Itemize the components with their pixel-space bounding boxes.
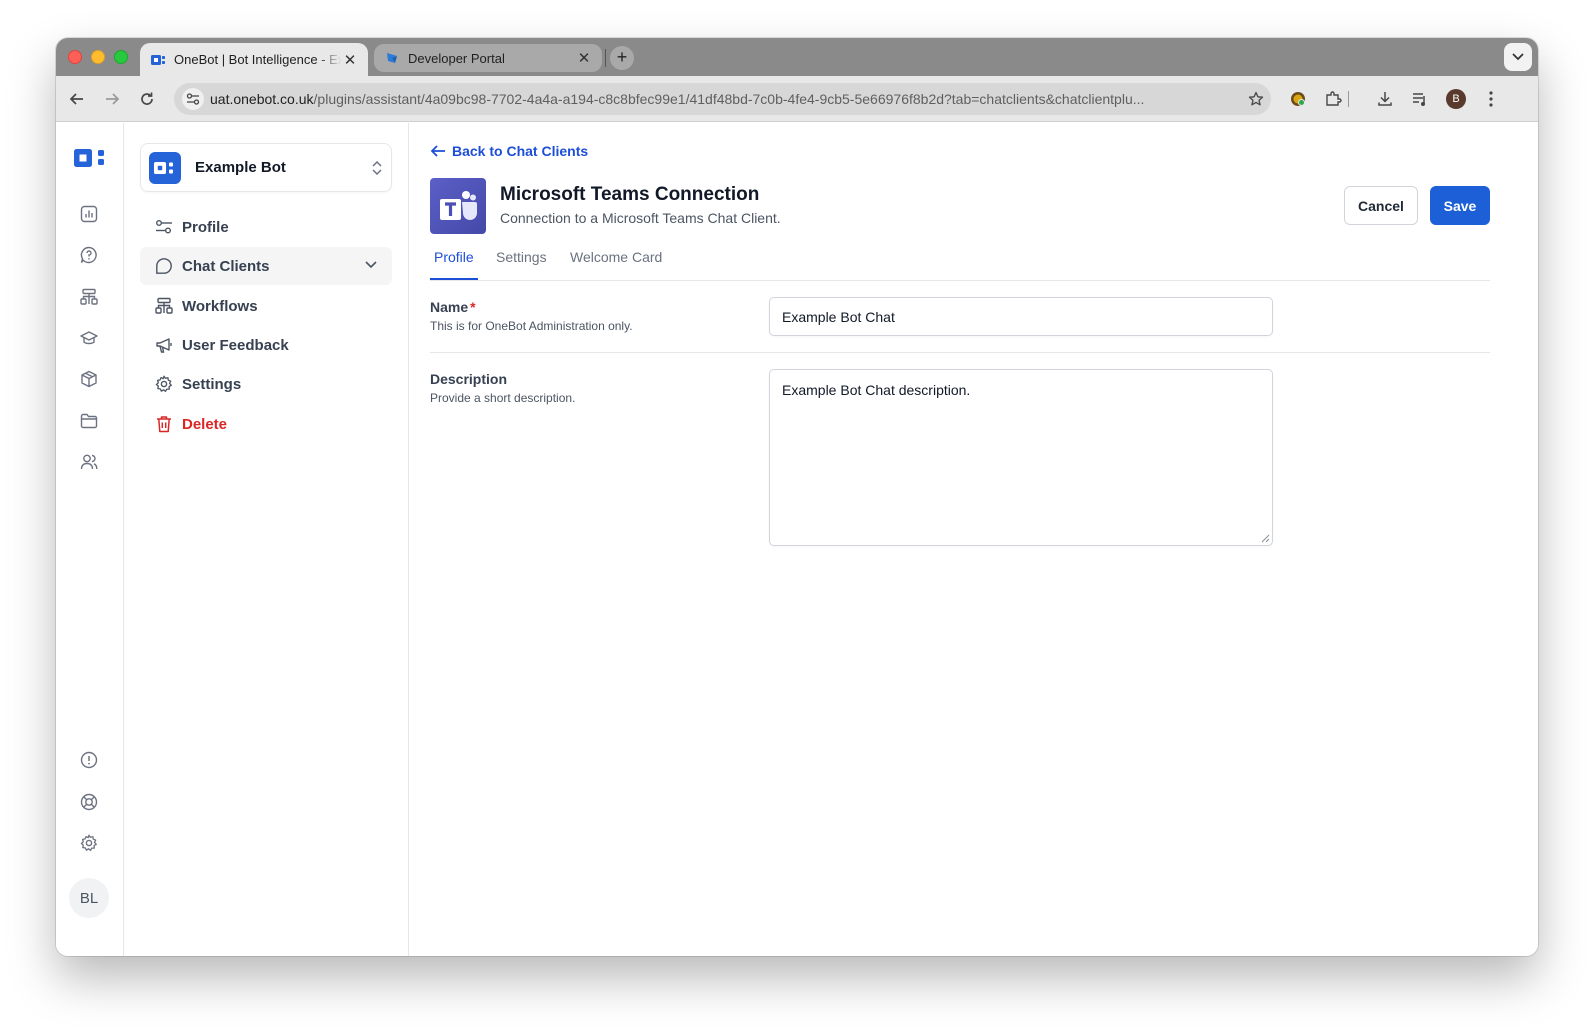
url-text: uat.onebot.co.uk/plugins/assistant/4a09b… xyxy=(210,91,1145,107)
sidebar-item-delete[interactable]: Delete xyxy=(140,405,392,443)
learning-icon[interactable] xyxy=(78,327,100,349)
close-window-button[interactable] xyxy=(68,50,82,64)
browser-tab-onebot[interactable]: OneBot | Bot Intelligence - Example Bot … xyxy=(140,43,368,76)
close-tab-icon[interactable]: ✕ xyxy=(576,49,592,67)
microsoft-teams-logo-icon xyxy=(430,178,486,234)
required-marker: * xyxy=(470,299,476,315)
app-page: BL Example Bot Profile Chat Clients Work… xyxy=(56,123,1538,956)
workflows-icon[interactable] xyxy=(78,286,100,308)
tab-settings[interactable]: Settings xyxy=(492,249,551,280)
new-tab-button[interactable]: + xyxy=(610,46,634,70)
reload-button[interactable] xyxy=(135,87,159,111)
media-control-icon[interactable] xyxy=(1408,87,1432,111)
cancel-button[interactable]: Cancel xyxy=(1344,186,1418,225)
workflows-icon xyxy=(154,296,174,316)
resize-grip-icon[interactable] xyxy=(1261,534,1270,543)
browser-menu-icon[interactable] xyxy=(1479,87,1503,111)
page-tabs: Profile Settings Welcome Card xyxy=(430,241,1490,281)
description-field-label: Description xyxy=(430,371,508,387)
save-button[interactable]: Save xyxy=(1430,186,1490,225)
trash-icon xyxy=(154,414,174,434)
bot-sidebar: Example Bot Profile Chat Clients Workflo… xyxy=(124,123,409,956)
reload-icon xyxy=(141,92,153,105)
chevron-up-down-icon xyxy=(372,160,382,175)
sidebar-item-label: Workflows xyxy=(182,297,258,315)
toolbar-divider xyxy=(1346,87,1350,111)
sidebar-item-label: Delete xyxy=(182,415,228,433)
info-icon[interactable] xyxy=(78,749,100,771)
browser-window: OneBot | Bot Intelligence - Example Bot … xyxy=(56,38,1538,956)
profile-button[interactable]: B xyxy=(1444,87,1468,111)
sidebar-item-label: Settings xyxy=(182,375,242,393)
extension-icon[interactable] xyxy=(1286,87,1310,111)
analytics-icon[interactable] xyxy=(78,203,100,225)
help-chat-icon[interactable] xyxy=(78,244,100,266)
minimize-window-button[interactable] xyxy=(91,50,105,64)
description-field-help: Provide a short description. xyxy=(430,391,576,405)
user-avatar[interactable]: BL xyxy=(69,878,109,918)
tab-separator xyxy=(605,49,606,67)
arrow-right-icon xyxy=(106,93,120,105)
users-icon[interactable] xyxy=(78,451,100,473)
tab-profile[interactable]: Profile xyxy=(430,249,478,280)
sidebar-item-label: Chat Clients xyxy=(182,257,270,275)
name-field-label: Name * xyxy=(430,299,476,315)
bookmark-star-icon[interactable] xyxy=(1241,91,1271,107)
maximize-window-button[interactable] xyxy=(114,50,128,64)
profile-sliders-icon xyxy=(154,217,174,237)
settings-icon[interactable] xyxy=(78,832,100,854)
onebot-logo-icon[interactable] xyxy=(74,147,106,169)
back-link-label: Back to Chat Clients xyxy=(452,143,589,159)
downloads-icon[interactable] xyxy=(1373,87,1397,111)
sidebar-item-chat-clients[interactable]: Chat Clients xyxy=(140,247,392,285)
settings-icon xyxy=(154,374,174,394)
sidebar-item-workflows[interactable]: Workflows xyxy=(140,287,392,325)
address-bar[interactable]: uat.onebot.co.uk/plugins/assistant/4a09b… xyxy=(174,83,1271,115)
close-tab-icon[interactable]: ✕ xyxy=(342,51,358,69)
back-to-chat-clients-link[interactable]: Back to Chat Clients xyxy=(430,143,588,159)
chat-bubble-icon xyxy=(154,256,174,276)
description-value: Example Bot Chat description. xyxy=(782,382,971,398)
forward-nav-button[interactable] xyxy=(100,87,124,111)
tab-welcome-card[interactable]: Welcome Card xyxy=(566,249,666,280)
tab-search-button[interactable] xyxy=(1504,43,1532,71)
developer-portal-favicon-icon xyxy=(384,50,400,66)
arrow-left-icon xyxy=(69,93,83,105)
profile-avatar: B xyxy=(1446,89,1466,109)
sidebar-item-profile[interactable]: Profile xyxy=(140,208,392,246)
name-input[interactable]: Example Bot Chat xyxy=(769,297,1273,336)
sidebar-item-user-feedback[interactable]: User Feedback xyxy=(140,326,392,364)
back-nav-button[interactable] xyxy=(65,87,89,111)
bot-name: Example Bot xyxy=(195,159,286,176)
megaphone-icon xyxy=(154,335,174,355)
page-title: Microsoft Teams Connection xyxy=(500,184,760,205)
onebot-favicon-icon xyxy=(150,52,166,68)
bot-selector[interactable]: Example Bot xyxy=(140,143,392,192)
name-field-help: This is for OneBot Administration only. xyxy=(430,319,633,333)
chevron-down-icon xyxy=(1512,53,1524,61)
arrow-left-icon xyxy=(430,145,445,157)
browser-tab-strip: OneBot | Bot Intelligence - Example Bot … xyxy=(56,38,1538,76)
bot-logo-icon xyxy=(149,151,181,184)
support-icon[interactable] xyxy=(78,791,100,813)
description-textarea[interactable]: Example Bot Chat description. xyxy=(769,369,1273,546)
tab-title: OneBot | Bot Intelligence - Example Bot xyxy=(174,52,342,67)
site-info-icon[interactable] xyxy=(182,88,204,110)
icon-rail: BL xyxy=(56,123,124,956)
package-icon[interactable] xyxy=(78,368,100,390)
tab-title: Developer Portal xyxy=(408,50,505,66)
folder-icon[interactable] xyxy=(78,410,100,432)
page-subtitle: Connection to a Microsoft Teams Chat Cli… xyxy=(500,210,781,226)
sidebar-item-settings[interactable]: Settings xyxy=(140,365,392,403)
sidebar-item-label: Profile xyxy=(182,218,229,236)
extensions-puzzle-icon[interactable] xyxy=(1321,87,1345,111)
form-divider xyxy=(430,352,1490,353)
browser-toolbar: uat.onebot.co.uk/plugins/assistant/4a09b… xyxy=(56,76,1538,122)
browser-tab-developer-portal[interactable]: Developer Portal ✕ xyxy=(374,44,602,72)
main-content: Back to Chat Clients Microsoft Teams Con… xyxy=(430,123,1490,956)
chevron-down-icon[interactable] xyxy=(364,257,378,271)
sidebar-item-label: User Feedback xyxy=(182,336,289,354)
